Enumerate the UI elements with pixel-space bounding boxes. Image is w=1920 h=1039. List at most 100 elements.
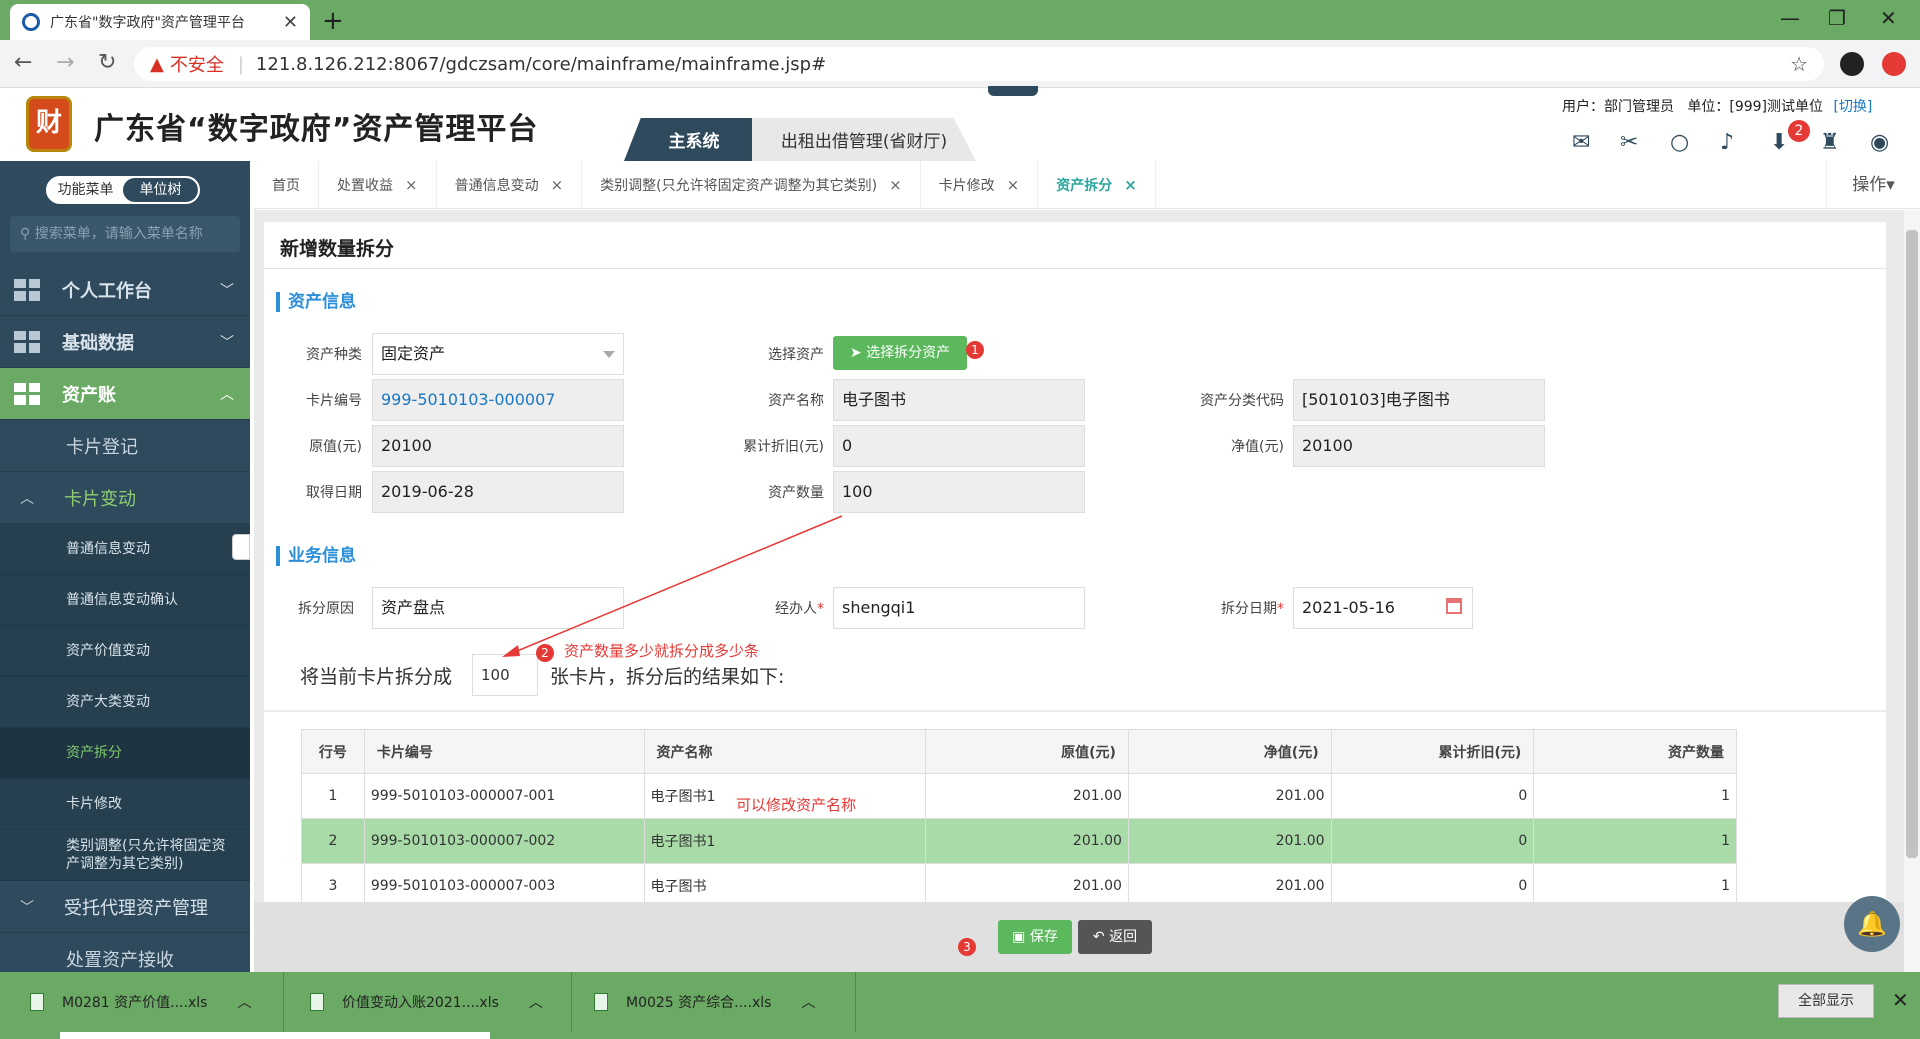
cell-acc-dep: 0 [1330, 773, 1535, 819]
mail-icon[interactable]: ✉ [1572, 130, 1590, 155]
card-no-label: 卡片编号 [306, 393, 362, 409]
acquire-date-field[interactable]: 2019-06-28 [372, 471, 624, 513]
tab-rent-management[interactable]: 出租出借管理(省财厅) [752, 118, 976, 161]
operations-menu[interactable]: 操作▾ [1826, 161, 1920, 209]
sidebar-leaf-general-confirm[interactable]: 普通信息变动确认 [0, 575, 250, 626]
warning-icon: ▲ [150, 53, 164, 75]
download-item-2[interactable]: 价值变动入账2021....xls ︿ [300, 972, 572, 1032]
required-mark: * [1277, 601, 1284, 617]
tab-class-adjust[interactable]: 类别调整(只允许将固定资产调整为其它类别) × [582, 160, 921, 209]
acc-dep-field[interactable]: 0 [833, 425, 1085, 467]
search-icon[interactable]: ○ [1670, 130, 1689, 155]
sidebar-item-card-change[interactable]: ︿ 卡片变动 [0, 472, 250, 524]
chevron-down-icon: ﹀ [220, 334, 234, 351]
asset-name-field[interactable]: 电子图书 [833, 379, 1085, 421]
tab-label: 类别调整(只允许将固定资产调整为其它类别) [600, 177, 878, 194]
table-row-selected[interactable]: 2 999-5010103-000007-002 电子图书1 201.00 20… [301, 818, 1737, 864]
forward-arrow-icon[interactable]: → [56, 50, 74, 75]
table-row[interactable]: 1 999-5010103-000007-001 电子图书1 201.00 20… [301, 773, 1737, 819]
sidebar-item-asset-ledger[interactable]: 资产账 ︿ [0, 368, 250, 420]
net-value-field[interactable]: 20100 [1293, 425, 1545, 467]
chevron-up-icon[interactable]: ︿ [529, 992, 543, 1012]
sidebar-leaf-asset-split[interactable]: 资产拆分 [0, 728, 250, 779]
split-result-table: 行号 卡片编号 资产名称 原值(元) 净值(元) 累计折旧(元) 资产数量 1 … [301, 729, 1737, 909]
scrollbar-thumb[interactable] [1906, 230, 1918, 858]
omnibox[interactable]: ▲ 不安全 | 121.8.126.212:8067/gdczsam/core/… [134, 47, 1824, 81]
content-tabs: 首页 处置收益 × 普通信息变动 × 类别调整(只允许将固定资产调整为其它类别) × … [254, 160, 1920, 209]
seg-function-menu[interactable]: 功能菜单 [48, 178, 123, 202]
menu-search-input[interactable]: ⚲ 搜索菜单，请输入菜单名称 [10, 216, 240, 252]
chevron-up-icon[interactable]: ︿ [237, 992, 251, 1012]
sidebar-leaf-general-change[interactable]: 普通信息变动 [0, 524, 250, 575]
download-item-1[interactable]: M0281 资产价值....xls ︿ [20, 972, 284, 1032]
new-tab-button[interactable]: + [322, 6, 344, 36]
close-download-bar-icon[interactable]: ✕ [1892, 988, 1909, 1012]
sidebar-leaf-card-edit[interactable]: 卡片修改 [0, 779, 250, 830]
sidebar-leaf-category-change[interactable]: 资产大类变动 [0, 677, 250, 728]
browser-tab[interactable]: 广东省"数字政府"资产管理平台 ✕ [10, 4, 310, 40]
chevron-up-icon[interactable]: ︿ [801, 992, 815, 1012]
split-reason-field[interactable]: 资产盘点 [372, 587, 624, 629]
back-button[interactable]: ↶ 返回 [1078, 920, 1152, 954]
download-icon[interactable]: ⬇ [1770, 130, 1788, 155]
orig-value-field[interactable]: 20100 [372, 425, 624, 467]
minimize-icon[interactable]: — [1780, 6, 1800, 30]
sidebar-item-basic-data[interactable]: 基础数据 ﹀ [0, 316, 250, 368]
tab-home[interactable]: 首页 [254, 160, 319, 209]
cell-row-no: 1 [301, 773, 365, 819]
tools-icon[interactable]: ✂ [1620, 130, 1638, 155]
notification-bell-icon[interactable]: 🔔 [1844, 896, 1900, 952]
sidebar-item-card-register[interactable]: 卡片登记 [0, 420, 250, 472]
url-text[interactable]: 121.8.126.212:8067/gdczsam/core/mainfram… [256, 54, 1790, 75]
excel-file-icon [30, 993, 44, 1011]
qty-field[interactable]: 100 [833, 471, 1085, 513]
collapse-header-handle[interactable] [988, 86, 1038, 96]
sidebar-leaf-class-adjust[interactable]: 类别调整(只允许将固定资产调整为其它类别) [0, 830, 250, 881]
handler-label-text: 经办人 [775, 601, 817, 617]
sidebar-item-trust-asset[interactable]: ﹀ 受托代理资产管理 [0, 881, 250, 933]
tab-asset-split[interactable]: 资产拆分 × [1038, 160, 1156, 209]
update-icon[interactable] [1882, 52, 1906, 76]
asset-type-select[interactable]: 固定资产 [372, 333, 624, 375]
tab-main-system[interactable]: 主系统 [624, 118, 764, 161]
sidebar-leaf-label: 资产价值变动 [66, 643, 150, 659]
switch-unit-link[interactable]: [切换] [1833, 99, 1872, 115]
sidebar-collapse-handle[interactable] [232, 534, 250, 560]
window-close-icon[interactable]: ✕ [1880, 6, 1897, 30]
close-icon[interactable]: × [889, 176, 902, 194]
close-icon[interactable]: × [551, 176, 564, 194]
maximize-icon[interactable]: ❐ [1828, 6, 1846, 30]
show-all-downloads-button[interactable]: 全部显示 [1778, 984, 1874, 1018]
dashboard-icon [14, 330, 40, 353]
sidebar-leaf-value-change[interactable]: 资产价值变动 [0, 626, 250, 677]
class-code-field[interactable]: [5010103]电子图书 [1293, 379, 1545, 421]
bell-icon[interactable]: ♪ [1720, 130, 1734, 155]
sidebar-mode-toggle[interactable]: 功能菜单 单位树 [46, 176, 200, 204]
user-avatar-icon[interactable]: ◉ [1870, 130, 1889, 155]
split-count-input[interactable]: 100 [472, 654, 538, 696]
split-date-field[interactable]: 2021-05-16 [1293, 587, 1473, 629]
theme-shirt-icon[interactable]: ♜ [1820, 130, 1840, 155]
seg-unit-tree[interactable]: 单位树 [123, 178, 198, 202]
close-icon[interactable]: × [1007, 176, 1020, 194]
cell-asset-name[interactable]: 电子图书1 [643, 818, 927, 864]
download-item-3[interactable]: M0025 资产综合....xls ︿ [584, 972, 856, 1032]
sidebar-item-personal[interactable]: 个人工作台 ﹀ [0, 264, 250, 316]
tab-disposal-income[interactable]: 处置收益 × [319, 160, 437, 209]
card-no-field[interactable]: 999-5010103-000007 [372, 379, 624, 421]
profile-icon[interactable] [1840, 52, 1864, 76]
tab-general-change[interactable]: 普通信息变动 × [437, 160, 583, 209]
close-icon[interactable]: × [405, 176, 418, 194]
close-tab-icon[interactable]: ✕ [283, 12, 298, 33]
select-split-asset-button[interactable]: ➤ 选择拆分资产 [833, 336, 967, 370]
close-icon[interactable]: × [1124, 176, 1137, 194]
back-arrow-icon[interactable]: ← [14, 50, 32, 75]
tab-label: 首页 [272, 177, 300, 194]
handler-field[interactable]: shengqi1 [833, 587, 1085, 629]
reload-icon[interactable]: ↻ [98, 50, 116, 75]
download-item-label: M0025 资产综合....xls [626, 995, 772, 1011]
tab-card-edit[interactable]: 卡片修改 × [921, 160, 1039, 209]
save-button[interactable]: ▣ 保存 [998, 920, 1072, 954]
calendar-icon[interactable] [1446, 598, 1462, 614]
bookmark-star-icon[interactable]: ☆ [1790, 52, 1808, 76]
